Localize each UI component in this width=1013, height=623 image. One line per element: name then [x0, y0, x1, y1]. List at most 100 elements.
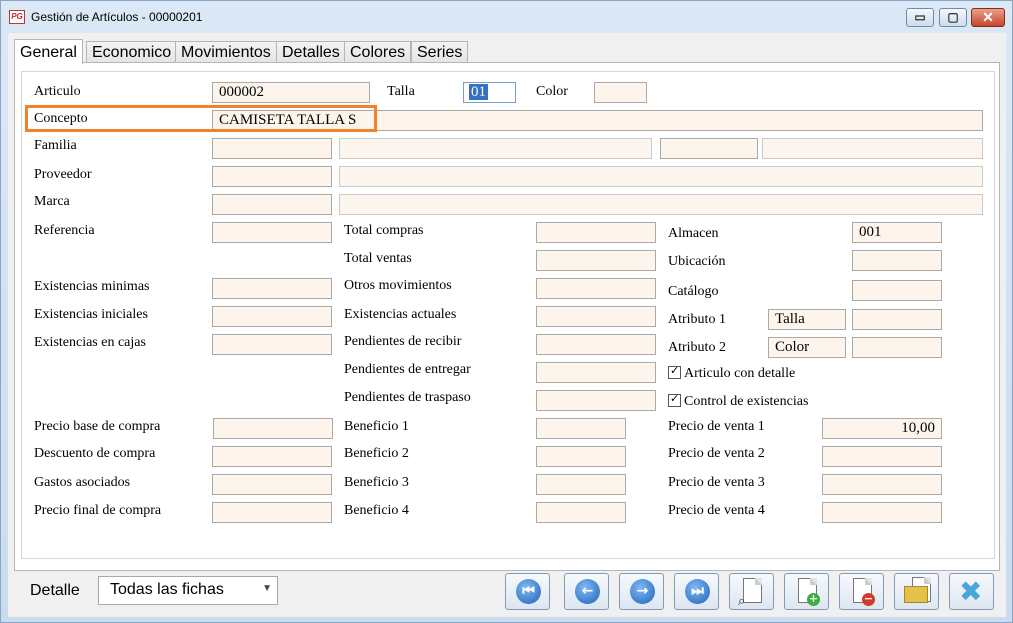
- existencias-cajas-field[interactable]: [212, 334, 332, 355]
- articulo-field[interactable]: 000002: [212, 82, 370, 103]
- color-field[interactable]: [594, 82, 647, 103]
- familia-code-field[interactable]: [212, 138, 332, 159]
- detalle-select[interactable]: Todas las fichas ▼: [98, 576, 278, 605]
- total-compras-label: Total compras: [344, 223, 424, 238]
- referencia-field[interactable]: [212, 222, 332, 243]
- tab-general[interactable]: General: [14, 39, 83, 64]
- catalogo-label: Catálogo: [668, 284, 719, 299]
- maximize-icon: ▢: [947, 10, 959, 24]
- familia-label: Familia: [34, 138, 77, 153]
- close-form-button[interactable]: ✖: [949, 573, 994, 610]
- precio-venta3-label: Precio de venta 3: [668, 475, 765, 490]
- precio-venta4-field[interactable]: [822, 502, 942, 523]
- detalle-label: Detalle: [30, 582, 80, 599]
- main-window: PG Gestión de Artículos - 00000201 ▭ ▢ ✕…: [0, 0, 1013, 623]
- precio-venta3-field[interactable]: [822, 474, 942, 495]
- existencias-minimas-label: Existencias minimas: [34, 279, 150, 294]
- precio-venta2-field[interactable]: [822, 446, 942, 467]
- next-record-button[interactable]: →: [619, 573, 664, 610]
- concepto-highlight-box: [25, 105, 377, 132]
- plus-icon: +: [807, 592, 820, 606]
- close-icon: ✕: [982, 9, 994, 25]
- document-add-icon: +: [798, 578, 820, 606]
- pendientes-entregar-field[interactable]: [536, 362, 656, 383]
- tab-detalles[interactable]: Detalles: [276, 41, 346, 63]
- checkbox-checked-icon: [668, 364, 681, 379]
- precio-base-compra-field[interactable]: [213, 418, 333, 439]
- proveedor-label: Proveedor: [34, 167, 92, 182]
- marca-label: Marca: [34, 194, 70, 209]
- beneficio1-field[interactable]: [536, 418, 626, 439]
- precio-venta1-field[interactable]: 10,00: [822, 418, 942, 439]
- beneficio2-field[interactable]: [536, 446, 626, 467]
- familia-name-field[interactable]: [339, 138, 652, 159]
- otros-movimientos-field[interactable]: [536, 278, 656, 299]
- arrow-left-icon: ←: [575, 579, 600, 604]
- last-record-icon: ⏭: [685, 579, 710, 604]
- total-ventas-label: Total ventas: [344, 251, 412, 266]
- catalogo-field[interactable]: [852, 280, 942, 301]
- maximize-button[interactable]: ▢: [939, 8, 967, 27]
- control-existencias-checkbox[interactable]: Control de existencias: [668, 392, 808, 410]
- beneficio4-field[interactable]: [536, 502, 626, 523]
- almacen-field[interactable]: 001: [852, 222, 942, 243]
- chevron-down-icon: ▼: [262, 583, 272, 594]
- add-record-button[interactable]: +: [784, 573, 829, 610]
- existencias-iniciales-field[interactable]: [212, 306, 332, 327]
- last-record-button[interactable]: ⏭: [674, 573, 719, 610]
- existencias-iniciales-label: Existencias iniciales: [34, 307, 148, 322]
- pendientes-recibir-label: Pendientes de recibir: [344, 334, 462, 349]
- talla-field[interactable]: 01: [463, 82, 516, 103]
- first-record-button[interactable]: ⏮: [505, 573, 550, 610]
- subfamilia-code-field[interactable]: [660, 138, 758, 159]
- atributo2-label: Atributo 2: [668, 340, 726, 355]
- articulo-con-detalle-label: Articulo con detalle: [684, 366, 796, 381]
- articulo-con-detalle-checkbox[interactable]: Articulo con detalle: [668, 364, 796, 382]
- gastos-asociados-label: Gastos asociados: [34, 475, 131, 490]
- atributo1-name-field[interactable]: Talla: [768, 309, 846, 330]
- minus-icon: −: [862, 592, 875, 606]
- existencias-actuales-label: Existencias actuales: [344, 307, 457, 322]
- total-compras-field[interactable]: [536, 222, 656, 243]
- pendientes-recibir-field[interactable]: [536, 334, 656, 355]
- talla-label: Talla: [387, 84, 415, 99]
- previous-record-button[interactable]: ←: [564, 573, 609, 610]
- close-window-button[interactable]: ✕: [971, 8, 1005, 27]
- subfamilia-name-field[interactable]: [762, 138, 983, 159]
- precio-final-compra-label: Precio final de compra: [34, 503, 162, 518]
- existencias-actuales-field[interactable]: [536, 306, 656, 327]
- marca-name-field[interactable]: [339, 194, 983, 215]
- atributo2-value-field[interactable]: [852, 337, 942, 358]
- marca-code-field[interactable]: [212, 194, 332, 215]
- folder-icon: [904, 586, 928, 603]
- precio-base-compra-label: Precio base de compra: [34, 419, 161, 434]
- precio-final-compra-field[interactable]: [212, 502, 332, 523]
- delete-record-button[interactable]: −: [839, 573, 884, 610]
- existencias-cajas-label: Existencias en cajas: [34, 335, 146, 350]
- beneficio3-field[interactable]: [536, 474, 626, 495]
- atributo2-name-field[interactable]: Color: [768, 337, 846, 358]
- beneficio2-label: Beneficio 2: [344, 446, 409, 461]
- minimize-button[interactable]: ▭: [906, 8, 934, 27]
- tab-movimientos[interactable]: Movimientos: [175, 41, 277, 63]
- pendientes-traspaso-field[interactable]: [536, 390, 656, 411]
- existencias-minimas-field[interactable]: [212, 278, 332, 299]
- ubicacion-field[interactable]: [852, 250, 942, 271]
- title-bar: PG Gestión de Artículos - 00000201 ▭ ▢ ✕: [1, 1, 1012, 33]
- tab-series[interactable]: Series: [411, 41, 469, 63]
- proveedor-name-field[interactable]: [339, 166, 983, 187]
- tab-colores[interactable]: Colores: [344, 41, 412, 63]
- total-ventas-field[interactable]: [536, 250, 656, 271]
- export-button[interactable]: [894, 573, 939, 610]
- proveedor-code-field[interactable]: [212, 166, 332, 187]
- atributo1-value-field[interactable]: [852, 309, 942, 330]
- tab-economico[interactable]: Economico: [86, 41, 178, 63]
- binoculars-icon: ⌕: [738, 594, 746, 609]
- detalle-selected-value: Todas las fichas: [110, 581, 224, 598]
- search-button[interactable]: ⌕: [729, 573, 774, 610]
- precio-venta1-label: Precio de venta 1: [668, 419, 765, 434]
- precio-venta4-label: Precio de venta 4: [668, 503, 765, 518]
- gastos-asociados-field[interactable]: [212, 474, 332, 495]
- descuento-compra-field[interactable]: [212, 446, 332, 467]
- precio-venta2-label: Precio de venta 2: [668, 446, 765, 461]
